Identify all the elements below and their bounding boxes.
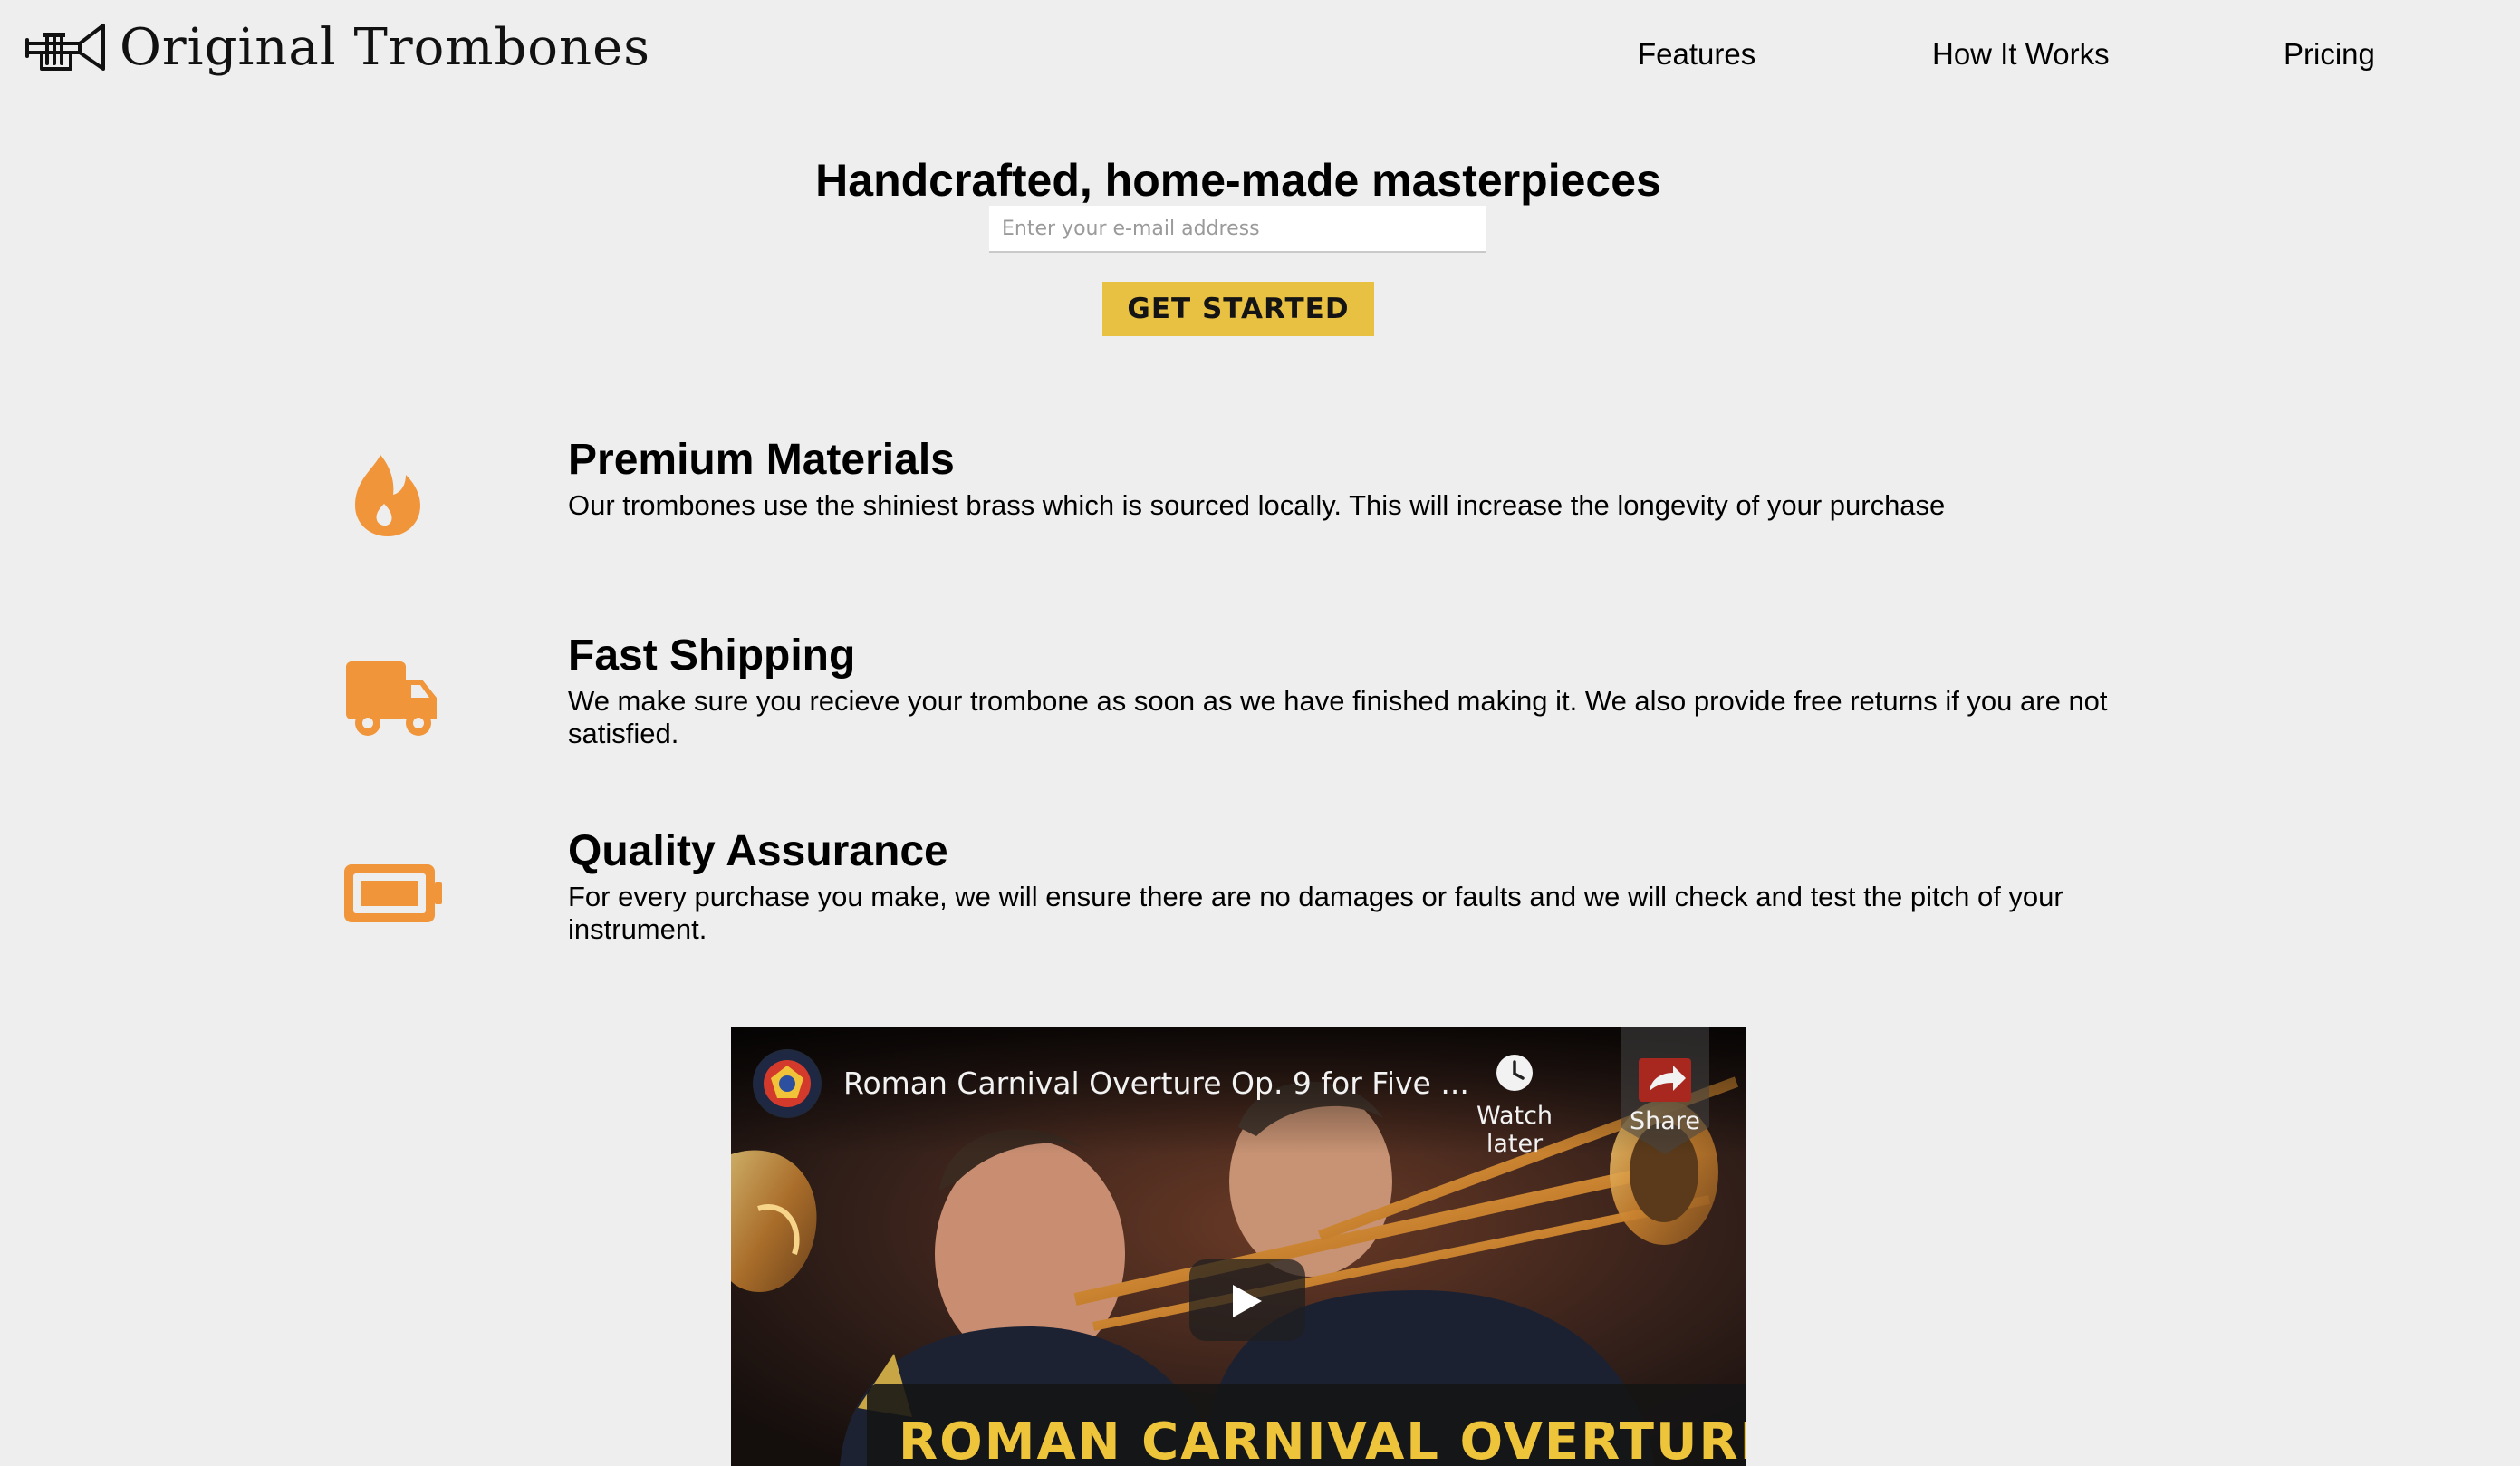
nav-link-features[interactable]: Features [1638, 34, 1755, 74]
fire-icon [328, 449, 446, 540]
video-title[interactable]: Roman Carnival Overture Op. 9 for Five .… [843, 1066, 1469, 1101]
clock-icon [1496, 1055, 1533, 1091]
video-player[interactable]: Roman Carnival Overture Op. 9 for Five .… [731, 1027, 1746, 1466]
main-nav: Features How It Works Pricing [0, 34, 2520, 74]
watch-later-button[interactable]: Watch later [1447, 1053, 1582, 1158]
share-label: Share [1630, 1107, 1700, 1135]
nav-link-pricing[interactable]: Pricing [2284, 34, 2375, 74]
video-banner-text: ROMAN CARNIVAL OVERTURE [899, 1413, 1746, 1466]
site-header: Original Trombones Features How It Works… [0, 0, 2520, 109]
video-banner: ROMAN CARNIVAL OVERTURE [867, 1384, 1746, 1466]
nav-link-how-it-works[interactable]: How It Works [1932, 34, 2110, 74]
email-input[interactable] [989, 206, 1486, 253]
share-button[interactable]: Share [1621, 1027, 1709, 1158]
truck-icon [328, 654, 446, 745]
play-icon [1233, 1285, 1262, 1317]
watch-later-label: Watch later [1476, 1102, 1553, 1158]
army-band-logo-icon[interactable] [753, 1049, 822, 1118]
feature-title: Quality Assurance [568, 827, 948, 875]
get-started-button[interactable]: GET STARTED [1102, 282, 1374, 336]
feature-description: Our trombones use the shiniest brass whi… [568, 489, 1946, 521]
share-icon [1639, 1058, 1691, 1102]
feature-description: For every purchase you make, we will ens… [568, 881, 2063, 945]
play-button[interactable] [1189, 1259, 1305, 1341]
hero-title: Handcrafted, home-made masterpieces [815, 155, 1661, 206]
feature-title: Premium Materials [568, 436, 955, 484]
battery-icon [328, 848, 446, 939]
feature-description: We make sure you recieve your trombone a… [568, 685, 2108, 749]
feature-title: Fast Shipping [568, 632, 856, 680]
